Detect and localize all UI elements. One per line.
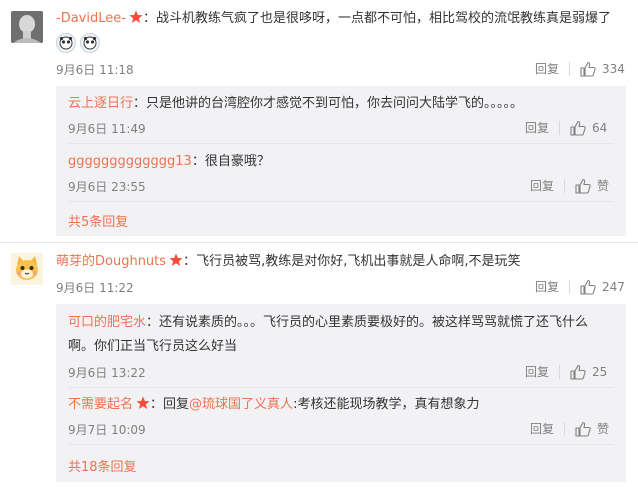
reply-actions: 回复 赞 xyxy=(530,420,609,437)
panda-badge-icon[interactable] xyxy=(56,33,76,53)
more-replies-link[interactable]: 共18条回复 xyxy=(68,456,137,475)
like-thumb-icon[interactable] xyxy=(575,178,591,194)
divider xyxy=(559,120,561,135)
reply-time: 9月6日 11:49 xyxy=(68,122,146,136)
star-icon xyxy=(169,253,183,267)
comment-actions: 回复 334 xyxy=(535,60,625,77)
divider xyxy=(564,178,566,193)
avatar[interactable] xyxy=(11,11,43,43)
reply-text: :考核还能现场教学，真有想象力 xyxy=(293,397,480,412)
reply-button[interactable]: 回复 xyxy=(535,60,559,77)
reply-actions: 回复 64 xyxy=(525,119,607,136)
reply-divider xyxy=(68,444,614,445)
comment-line: -DavidLee- ：战斗机教练气疯了也是很哆呀，一点都不可怕，相比驾校的流氓教… xyxy=(56,9,611,29)
reply-username[interactable]: 不需要起名 xyxy=(68,397,133,412)
like-count[interactable]: 25 xyxy=(592,365,607,379)
reply-button[interactable]: 回复 xyxy=(525,119,549,136)
comment-actions: 回复 247 xyxy=(535,278,625,295)
comment-text: 飞行员被骂,教练是对你好,飞机出事就是人命啊,不是玩笑 xyxy=(196,254,521,269)
reply-divider xyxy=(68,387,614,388)
comment-time: 9月6日 11:18 xyxy=(56,63,134,77)
like-button-label[interactable]: 赞 xyxy=(597,420,609,437)
divider xyxy=(559,364,561,379)
panda-badge-icon[interactable] xyxy=(80,33,100,53)
reply-button[interactable]: 回复 xyxy=(530,177,554,194)
reply-text-line1: 还有说素质的。。。飞行员的心里素质要极好的。被这样骂骂就慌了还飞什么 xyxy=(159,315,589,330)
reply-divider xyxy=(68,143,614,144)
star-icon xyxy=(129,10,143,24)
colon: ： xyxy=(142,11,156,26)
reply-text: 只是他讲的台湾腔你才感觉不到可怕，你去问问大陆学飞的。。。。。 xyxy=(146,96,524,111)
colon: ： xyxy=(183,254,197,269)
reply-line: 不需要起名 ：回复@琉球国了义真人:考核还能现场教学，真有想象力 xyxy=(68,395,479,415)
reply-time: 9月6日 23:55 xyxy=(68,180,146,194)
like-count[interactable]: 64 xyxy=(592,121,607,135)
comment-time: 9月6日 11:22 xyxy=(56,281,134,295)
like-thumb-icon[interactable] xyxy=(570,364,586,380)
like-thumb-icon[interactable] xyxy=(575,421,591,437)
reply-text: 很自豪哦？ xyxy=(204,154,270,169)
reply-button[interactable]: 回复 xyxy=(525,363,549,380)
reply-line: 可口的肥宅水：还有说素质的。。。飞行员的心里素质要极好的。被这样骂骂就慌了还飞什… xyxy=(68,313,588,333)
reply-actions: 回复 25 xyxy=(525,363,607,380)
comment-line: 萌芽的Doughnuts ：飞行员被骂,教练是对你好,飞机出事就是人命啊,不是玩笑 xyxy=(56,252,520,272)
statue-avatar-image xyxy=(11,11,43,43)
avatar[interactable] xyxy=(11,253,43,285)
more-replies-link[interactable]: 共5条回复 xyxy=(68,211,128,230)
comment-username[interactable]: 萌芽的Doughnuts xyxy=(56,254,166,269)
like-thumb-icon[interactable] xyxy=(570,120,586,136)
reply-time: 9月6日 13:22 xyxy=(68,366,146,380)
colon: ： xyxy=(191,154,205,169)
reply-button[interactable]: 回复 xyxy=(530,420,554,437)
like-thumb-icon[interactable] xyxy=(580,61,596,77)
reply-username[interactable]: 可口的肥宅水 xyxy=(68,315,146,330)
reply-divider xyxy=(68,201,614,202)
mention-link[interactable]: @琉球国了义真人 xyxy=(189,397,293,412)
like-count[interactable]: 334 xyxy=(602,62,625,76)
reply-line: ggggggggggggg13：很自豪哦？ xyxy=(68,152,270,172)
reply-actions: 回复 赞 xyxy=(530,177,609,194)
comment-divider xyxy=(0,242,638,243)
colon: ： xyxy=(150,397,164,412)
reply-prefix: 回复 xyxy=(163,397,190,412)
reply-text-line2: 啊。你们正当飞行员这么好当 xyxy=(68,339,238,354)
colon: ： xyxy=(146,315,160,330)
reply-line: 云上逐日行：只是他讲的台湾腔你才感觉不到可怕，你去问问大陆学飞的。。。。。 xyxy=(68,94,523,114)
divider xyxy=(564,421,566,436)
comment-text: 战斗机教练气疯了也是很哆呀，一点都不可怕，相比驾校的流氓教练真是弱爆了 xyxy=(155,11,611,26)
like-count[interactable]: 247 xyxy=(602,280,625,294)
user-badges xyxy=(56,33,100,53)
star-icon xyxy=(136,396,150,410)
reply-username[interactable]: 云上逐日行 xyxy=(68,96,133,111)
like-thumb-icon[interactable] xyxy=(580,279,596,295)
like-button-label[interactable]: 赞 xyxy=(597,177,609,194)
colon: ： xyxy=(133,96,147,111)
divider xyxy=(569,61,571,76)
reply-username[interactable]: ggggggggggggg13 xyxy=(68,154,192,169)
reply-button[interactable]: 回复 xyxy=(535,278,559,295)
divider xyxy=(569,279,571,294)
comment-username[interactable]: -DavidLee- xyxy=(56,11,126,26)
reply-time: 9月7日 10:09 xyxy=(68,423,146,437)
cat-avatar-image xyxy=(11,253,43,285)
